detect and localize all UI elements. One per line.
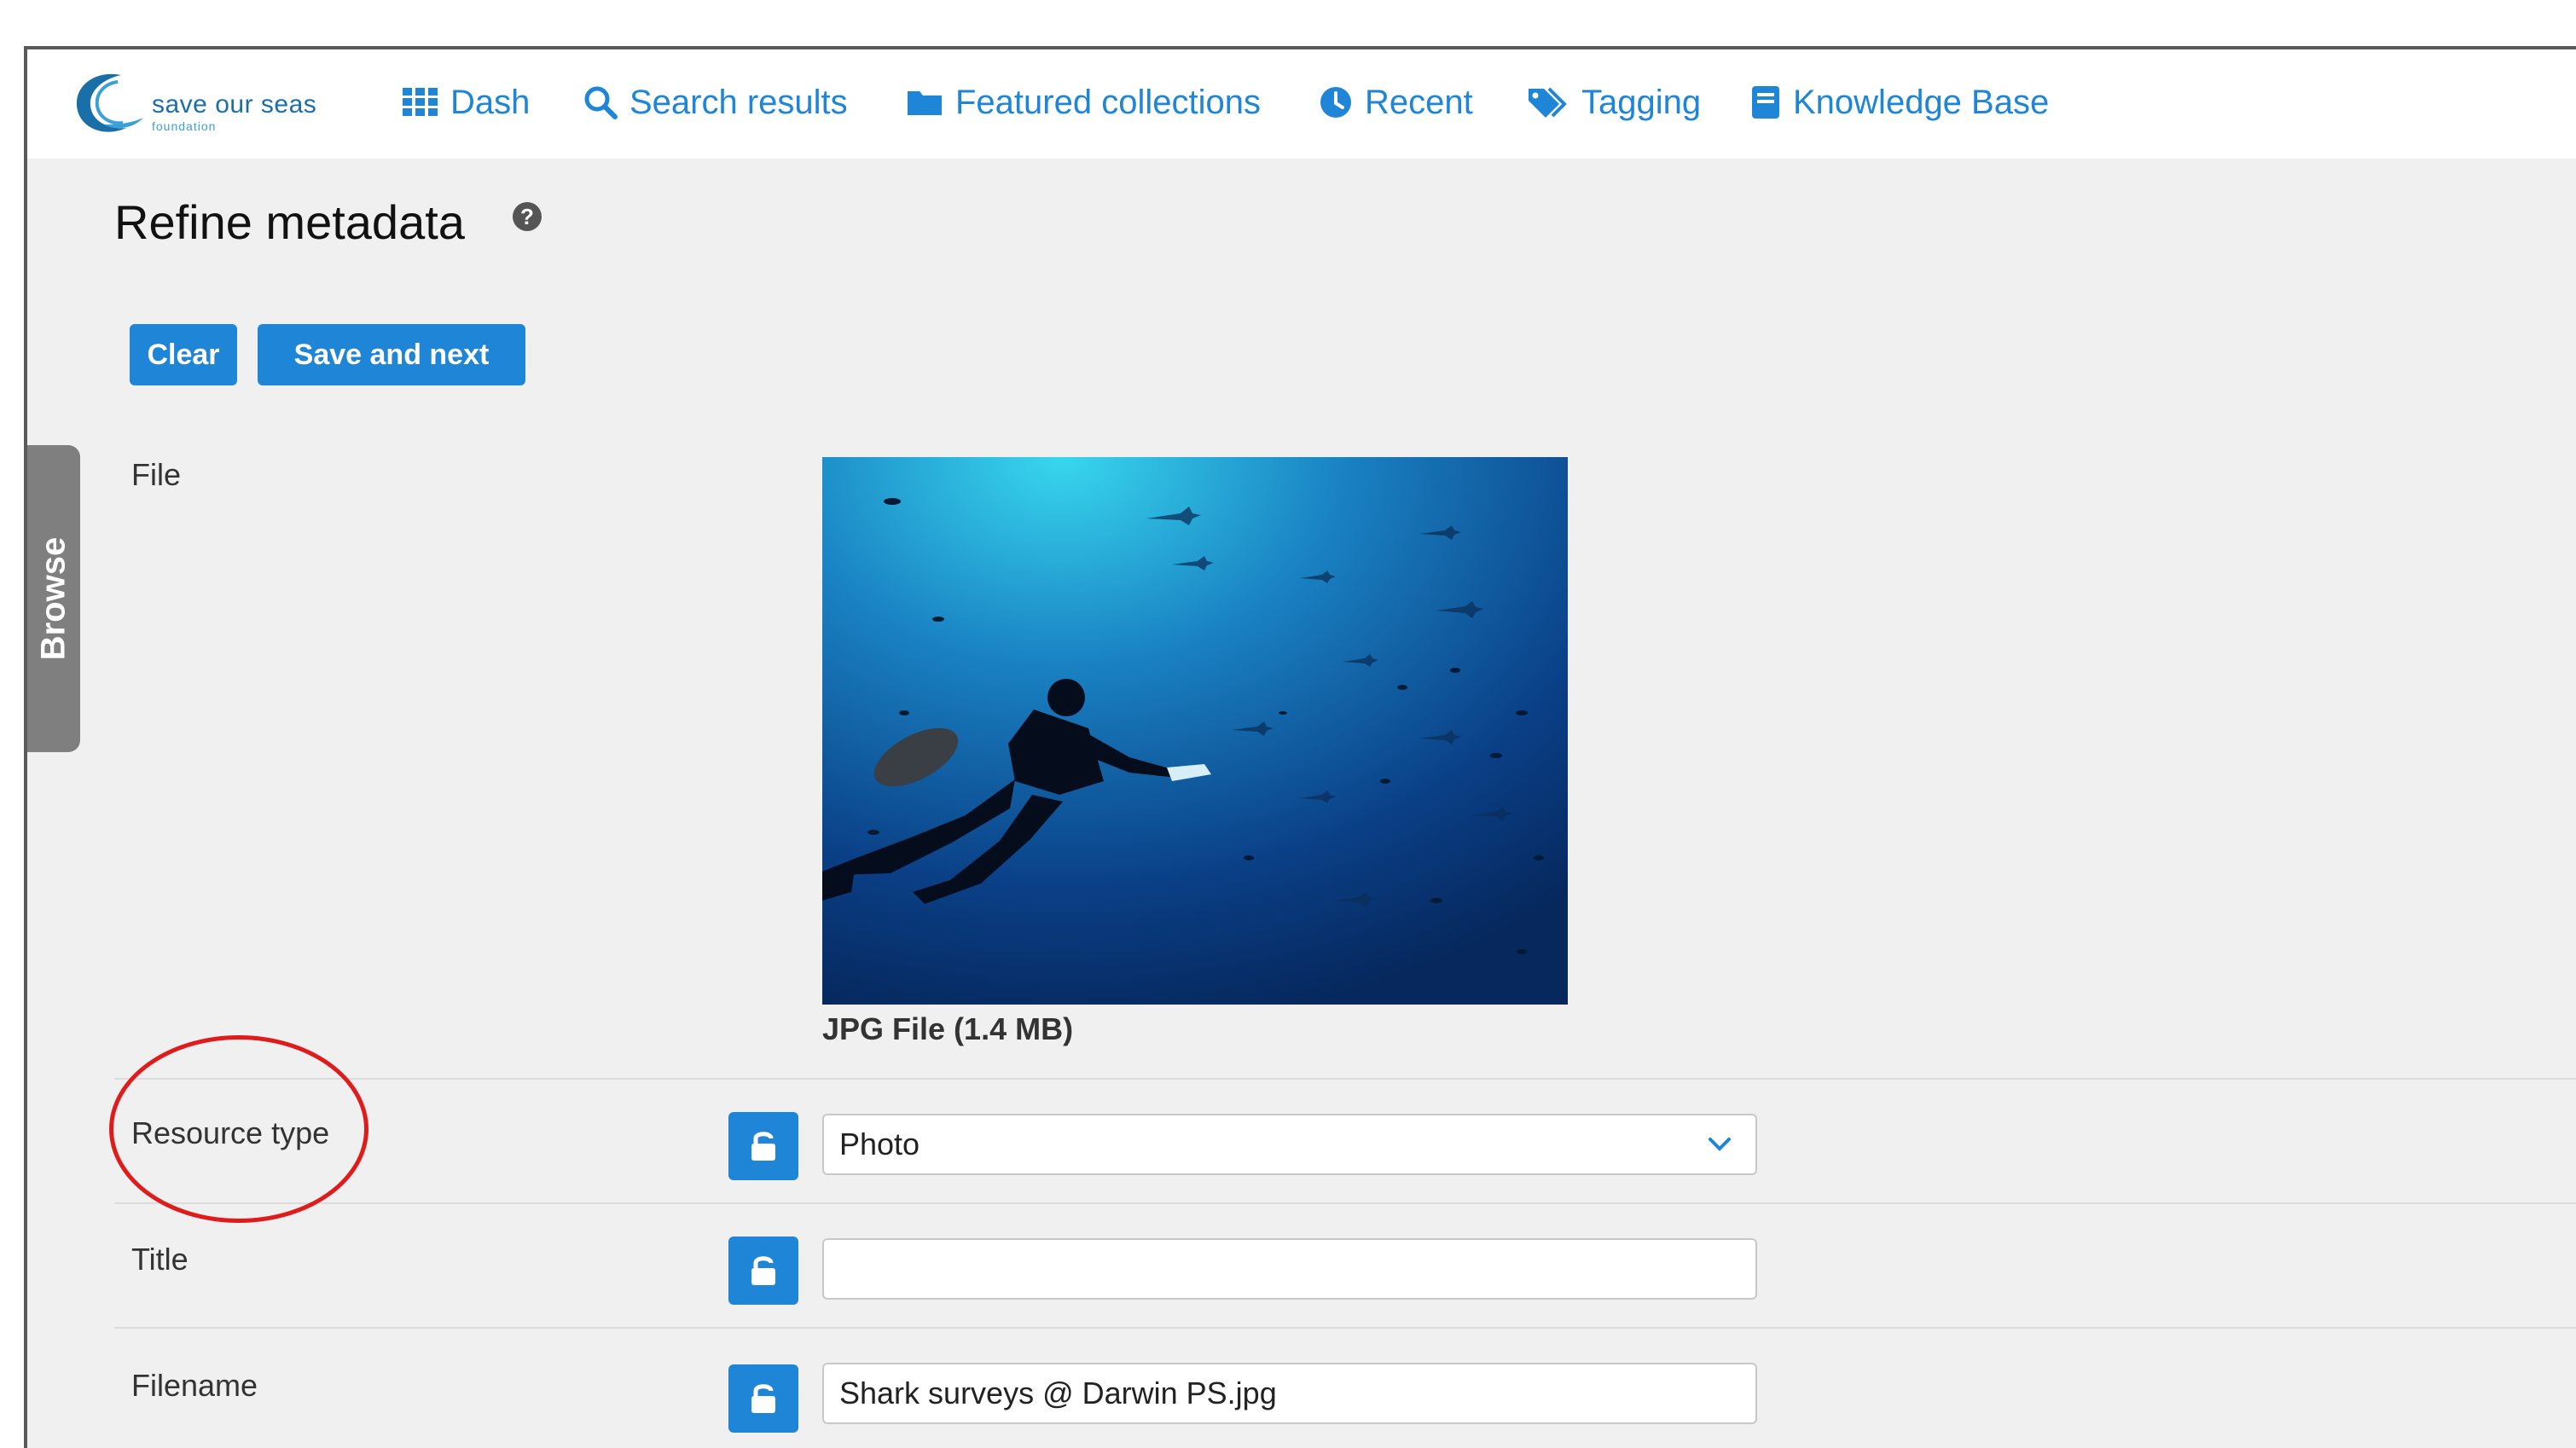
nav-dash-label: Dash	[450, 83, 531, 121]
row-divider	[114, 1078, 2576, 1080]
row-divider	[114, 1202, 2576, 1204]
unlock-icon	[751, 1132, 775, 1161]
nav-tagging-label: Tagging	[1581, 83, 1702, 121]
tags-icon	[1529, 87, 1567, 118]
title-lock-button[interactable]	[728, 1237, 798, 1305]
page-title: Refine metadata	[114, 195, 465, 249]
grid-icon	[403, 88, 438, 116]
app-window: save our seas foundation Dash Search res…	[24, 46, 2576, 1448]
unlock-icon	[751, 1384, 775, 1413]
nav-featured-collections[interactable]: Featured collections	[906, 78, 1261, 126]
help-circle-icon[interactable]: ?	[512, 201, 542, 232]
file-label: File	[131, 457, 182, 492]
browse-sidebar-tab[interactable]: Browse	[27, 445, 80, 752]
nav-search-results-label: Search results	[629, 83, 848, 121]
nav-recent[interactable]: Recent	[1319, 78, 1473, 126]
row-divider	[114, 1327, 2576, 1329]
brand-name: save our seas	[152, 90, 317, 119]
clear-button[interactable]: Clear	[130, 324, 237, 385]
file-thumbnail[interactable]	[822, 457, 1568, 1005]
search-icon	[584, 86, 618, 119]
book-icon	[1752, 86, 1779, 119]
browse-tab-label: Browse	[34, 536, 73, 661]
filename-label: Filename	[131, 1368, 258, 1403]
nav-tagging[interactable]: Tagging	[1527, 78, 1701, 126]
nav-recent-label: Recent	[1365, 83, 1473, 121]
wave-logo-icon	[76, 73, 143, 132]
unlock-icon	[751, 1256, 775, 1285]
title-label: Title	[131, 1242, 189, 1277]
nav-dash[interactable]: Dash	[403, 78, 530, 126]
file-info: JPG File (1.4 MB)	[822, 1011, 1074, 1046]
clock-icon	[1320, 87, 1351, 118]
chevron-down-icon	[1709, 1138, 1731, 1151]
resource-type-select[interactable]: Photo	[822, 1114, 1757, 1175]
resource-type-value: Photo	[839, 1127, 920, 1161]
title-field[interactable]	[822, 1238, 1757, 1300]
svg-text:?: ?	[520, 204, 534, 229]
save-and-next-button[interactable]: Save and next	[258, 324, 525, 385]
filename-field[interactable]	[822, 1363, 1757, 1424]
resource-type-label: Resource type	[131, 1115, 330, 1150]
filename-lock-button[interactable]	[728, 1364, 798, 1433]
brand-subtitle: foundation	[152, 119, 217, 133]
folder-icon	[908, 91, 942, 115]
top-navigation: save our seas foundation Dash Search res…	[27, 49, 2576, 159]
nav-search-results[interactable]: Search results	[583, 78, 848, 126]
resource-type-lock-button[interactable]	[728, 1112, 798, 1180]
nav-knowledge-base-label: Knowledge Base	[1793, 83, 2050, 121]
brand-logo[interactable]: save our seas foundation	[70, 68, 351, 140]
nav-featured-collections-label: Featured collections	[955, 83, 1261, 121]
nav-knowledge-base[interactable]: Knowledge Base	[1750, 78, 2049, 126]
